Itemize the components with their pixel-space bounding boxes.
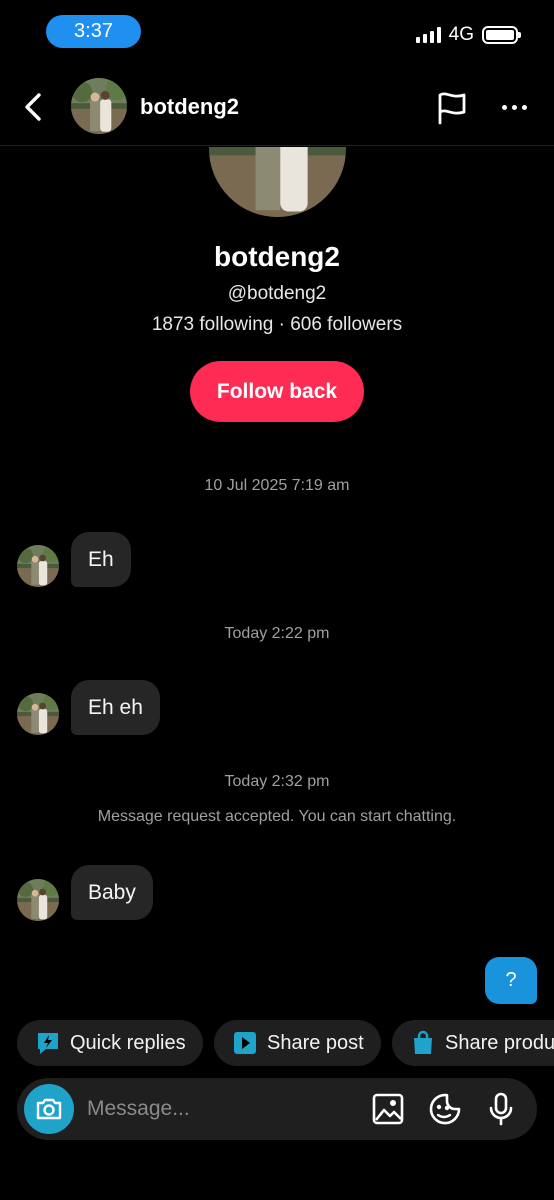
header-username[interactable]: botdeng2 [140, 94, 239, 120]
lightning-chat-icon [38, 1033, 58, 1054]
quick-replies-chip[interactable]: Quick replies [17, 1020, 203, 1066]
chip-label: Quick replies [70, 1031, 186, 1054]
system-message: Message request accepted. You can start … [97, 808, 457, 825]
battery-icon [482, 26, 521, 44]
status-time: 3:37 [46, 15, 141, 48]
status-indicators: 4G [415, 24, 521, 46]
signal-icon [415, 27, 441, 43]
timestamp: Today 2:32 pm [224, 773, 330, 790]
message-input[interactable] [87, 1078, 357, 1140]
camera-icon [36, 1098, 62, 1120]
report-button[interactable] [434, 90, 470, 126]
profile-avatar[interactable] [209, 147, 346, 217]
share-product-chip[interactable]: Share product [392, 1020, 554, 1066]
shopping-bag-icon [414, 1030, 432, 1054]
incoming-message[interactable]: Eh [71, 532, 131, 587]
follow-back-button[interactable]: Follow back [190, 361, 364, 422]
back-button[interactable] [18, 90, 48, 124]
sender-avatar[interactable] [17, 879, 59, 921]
message-composer [17, 1078, 537, 1140]
image-button[interactable] [370, 1091, 406, 1127]
chevron-left-icon [25, 93, 41, 121]
sticker-button[interactable] [427, 1091, 463, 1127]
profile-name: botdeng2 [214, 241, 340, 272]
chip-label: Share product [445, 1031, 554, 1054]
flag-icon [438, 92, 466, 125]
timestamp: Today 2:22 pm [224, 625, 330, 642]
outgoing-message[interactable]: ? [485, 957, 537, 1004]
microphone-icon [489, 1092, 513, 1126]
incoming-message[interactable]: Baby [71, 865, 153, 920]
timestamp: 10 Jul 2025 7:19 am [204, 477, 350, 494]
quick-actions-bar: Quick replies Share post Share product [0, 1020, 554, 1068]
play-square-icon [234, 1032, 256, 1054]
sticker-icon [429, 1093, 461, 1125]
camera-button[interactable] [24, 1084, 74, 1134]
microphone-button[interactable] [483, 1091, 519, 1127]
profile-handle: @botdeng2 [227, 283, 327, 304]
sender-avatar[interactable] [17, 545, 59, 587]
chip-label: Share post [267, 1031, 364, 1054]
header-avatar[interactable] [71, 78, 127, 134]
chat-header: botdeng2 [0, 70, 554, 146]
incoming-message[interactable]: Eh eh [71, 680, 160, 735]
sender-avatar[interactable] [17, 693, 59, 735]
network-type: 4G [448, 24, 474, 45]
share-post-chip[interactable]: Share post [214, 1020, 381, 1066]
profile-avatar-area [0, 147, 554, 227]
profile-stats: 1873 following · 606 followers [151, 314, 403, 335]
more-dots-icon [501, 104, 507, 110]
more-options-button[interactable] [496, 92, 532, 122]
image-icon [372, 1093, 404, 1125]
